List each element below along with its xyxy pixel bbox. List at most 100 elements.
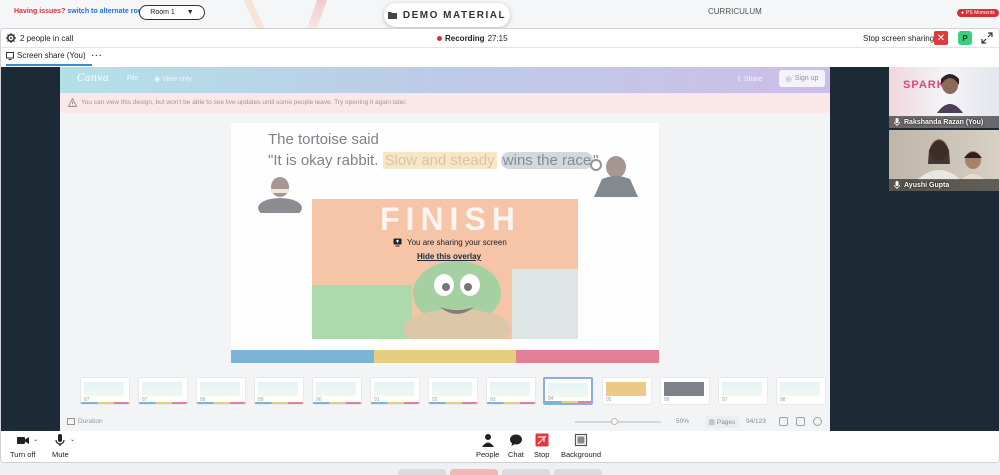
participant-tile[interactable]: SPARK Rakshanda Razan (You) — [889, 67, 999, 128]
bottom-strip — [0, 463, 1000, 475]
room-select[interactable]: Room 1 ▼ — [139, 5, 205, 20]
finish-banner-text: FINISH — [380, 201, 521, 237]
pages-button[interactable]: ▤ Pages — [705, 416, 739, 428]
slide-stripe-red — [516, 350, 659, 363]
people-button-label: People — [476, 450, 500, 459]
bottom-tab[interactable] — [502, 469, 550, 475]
recording-time: 27:15 — [487, 34, 508, 43]
people-button[interactable]: People — [476, 433, 499, 459]
duration-button[interactable]: Duration — [67, 418, 103, 425]
record-dot-icon — [437, 36, 442, 41]
curriculum-tab[interactable]: CURRICULUM — [708, 7, 762, 16]
tab-screen-share[interactable]: Screen share (You) ··· — [6, 51, 103, 60]
slide-thumbnail[interactable]: 91 — [370, 377, 420, 405]
ps-moments-label: PS Moments — [966, 10, 995, 16]
screen-share-icon — [393, 238, 402, 247]
call-frame: 2 people in call Recording 27:15 Stop sc… — [0, 28, 1000, 463]
camera-button[interactable]: Turn off — [10, 433, 35, 459]
person-icon — [481, 434, 494, 447]
microphone-icon — [894, 181, 900, 189]
thumb-number: 96 — [664, 397, 670, 403]
slide-thumbnail[interactable]: 87 — [138, 377, 188, 405]
bottom-tab[interactable] — [554, 469, 602, 475]
issues-text: Having issues? — [14, 8, 66, 15]
call-header-bar: 2 people in call Recording 27:15 Stop sc… — [1, 29, 999, 48]
help-icon[interactable] — [813, 417, 822, 426]
bottom-tab[interactable] — [398, 469, 446, 475]
call-toolbar: Turn off ⌄ Mute ⌄ People Chat Stop Backg… — [1, 431, 999, 462]
camera-options-chevron-icon[interactable]: ⌄ — [33, 436, 38, 443]
decorative-stroke — [306, 0, 328, 28]
stop-share-button-label: Stop — [534, 450, 550, 459]
people-count: 2 people in call — [20, 34, 74, 43]
user-icon: ◎ — [785, 75, 792, 83]
recording-label: Recording — [445, 34, 485, 43]
screen-share-icon — [6, 51, 14, 60]
chat-button[interactable]: Chat — [508, 433, 524, 459]
slide-thumbnail[interactable]: 98 — [776, 377, 826, 405]
expand-icon[interactable] — [981, 32, 993, 44]
participant-name-bar: Ayushi Gupta — [889, 179, 999, 191]
video-camera-icon — [16, 437, 29, 444]
slide-thumbnail[interactable]: 92 — [428, 377, 478, 405]
mic-options-chevron-icon[interactable]: ⌄ — [70, 436, 75, 443]
sharing-message-text: You are sharing your screen — [407, 238, 507, 247]
canva-view-only: ◉ View only — [154, 75, 192, 83]
slide-thumbnail[interactable]: 95 — [602, 377, 652, 405]
alternate-room-link[interactable]: switch to alternate room — [67, 8, 148, 15]
stop-screen-sharing-button[interactable]: ✕ — [934, 31, 948, 45]
canva-view-only-label: View only — [162, 76, 192, 83]
participant-name: Rakshanda Razan (You) — [904, 118, 984, 126]
slide-thumbnail[interactable]: 97 — [718, 377, 768, 405]
slide-highlight-wins-race: wins the race — [500, 152, 594, 169]
bottom-tab-active[interactable] — [450, 469, 498, 475]
canva-share-button[interactable]: ⇪ Share — [736, 75, 763, 83]
room-select-value: Room 1 — [150, 9, 175, 16]
background-icon — [574, 433, 588, 447]
slide-thumbnail[interactable]: 87 — [80, 377, 130, 405]
mute-button[interactable]: Mute — [52, 433, 69, 459]
decorative-stroke — [243, 0, 265, 28]
slide-thumbnail[interactable]: 93 — [486, 377, 536, 405]
more-options-icon[interactable]: ··· — [92, 51, 103, 60]
zoom-slider-handle[interactable] — [611, 418, 618, 425]
share-icon: ⇪ — [736, 76, 744, 83]
eye-icon: ◉ — [154, 76, 163, 83]
canva-footer: Duration 50% ▤ Pages 94/123 — [60, 413, 830, 431]
chat-button-label: Chat — [508, 450, 524, 459]
ps-moments-badge[interactable]: ● PS Moments — [957, 9, 999, 17]
slide-thumbnail[interactable]: 96 — [660, 377, 710, 405]
gear-icon[interactable] — [6, 33, 16, 43]
slide-thumbnail[interactable]: 88 — [196, 377, 246, 405]
fullscreen-icon[interactable] — [796, 417, 805, 426]
shared-canva-window: Canva File ◉ View only ⇪ Share ◎ Sign up… — [60, 67, 830, 431]
zoom-slider-track[interactable] — [575, 421, 661, 423]
slide-text-line2: "It is okay rabbit. Slow and steady wins… — [268, 152, 599, 169]
screen-share-stage: Canva File ◉ View only ⇪ Share ◎ Sign up… — [1, 67, 889, 431]
finish-illustration: FINISH — [312, 199, 578, 339]
slide-thumbnail-selected[interactable]: 94 — [543, 377, 593, 405]
close-icon: ✕ — [936, 32, 946, 44]
grid-view-icon[interactable] — [779, 417, 788, 426]
chat-bubble-icon — [509, 434, 522, 446]
hide-overlay-link[interactable]: Hide this overlay — [417, 252, 481, 261]
stop-share-button[interactable]: Stop — [534, 433, 549, 459]
slide-highlight-slow-steady: Slow and steady — [382, 152, 497, 169]
slide-text-line1: The tortoise said — [268, 131, 379, 148]
background-button-label: Background — [561, 450, 602, 459]
thumb-number: 95 — [606, 397, 612, 403]
slide-thumbnail[interactable]: 89 — [254, 377, 304, 405]
slide-text-part: "It is okay rabbit. — [268, 152, 383, 169]
share-tab-bar: Screen share (You) ··· — [1, 48, 999, 67]
demo-material-button[interactable]: DEMO MATERIAL — [384, 3, 510, 27]
camera-button-label: Turn off — [10, 450, 36, 459]
slide-stripe-blue — [231, 350, 374, 363]
canva-file-menu[interactable]: File — [127, 75, 138, 82]
participant-badge[interactable]: P — [958, 31, 972, 45]
notes-icon — [67, 418, 75, 425]
slide-thumbnail[interactable]: 90 — [312, 377, 362, 405]
background-button[interactable]: Background — [561, 433, 601, 459]
thumb-number: 98 — [780, 397, 786, 403]
canva-signup-button[interactable]: ◎ Sign up — [779, 70, 825, 87]
participant-tile[interactable]: Ayushi Gupta — [889, 130, 999, 191]
